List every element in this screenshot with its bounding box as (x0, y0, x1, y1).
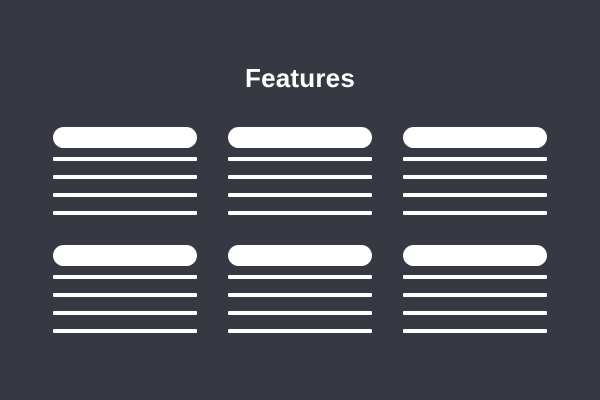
feature-card (403, 245, 547, 337)
feature-text-line-placeholder (228, 329, 372, 333)
feature-text-line-placeholder (228, 275, 372, 279)
page-title: Features (245, 63, 355, 93)
feature-text-line-placeholder (403, 193, 547, 197)
feature-text-line-placeholder (403, 157, 547, 161)
feature-text-line-placeholder (403, 211, 547, 215)
feature-text-line-placeholder (53, 157, 197, 161)
feature-card (228, 127, 372, 219)
feature-card (53, 127, 197, 219)
feature-text-line-placeholder (228, 157, 372, 161)
feature-text-line-placeholder (403, 175, 547, 179)
feature-title-placeholder (403, 127, 547, 148)
feature-text-line-placeholder (228, 193, 372, 197)
feature-text-line-placeholder (53, 329, 197, 333)
feature-card (228, 245, 372, 337)
feature-text-line-placeholder (228, 311, 372, 315)
feature-card (53, 245, 197, 337)
feature-text-line-placeholder (228, 175, 372, 179)
feature-text-line-placeholder (403, 329, 547, 333)
feature-text-line-placeholder (53, 211, 197, 215)
feature-card (403, 127, 547, 219)
feature-text-line-placeholder (403, 293, 547, 297)
feature-text-line-placeholder (53, 293, 197, 297)
feature-title-placeholder (53, 127, 197, 148)
feature-text-line-placeholder (53, 311, 197, 315)
feature-title-placeholder (403, 245, 547, 266)
feature-text-line-placeholder (403, 275, 547, 279)
feature-text-line-placeholder (228, 293, 372, 297)
feature-title-placeholder (228, 245, 372, 266)
feature-text-line-placeholder (53, 275, 197, 279)
features-page: Features (0, 0, 600, 400)
features-grid (53, 127, 547, 337)
feature-title-placeholder (228, 127, 372, 148)
feature-text-line-placeholder (403, 311, 547, 315)
feature-text-line-placeholder (228, 211, 372, 215)
feature-text-line-placeholder (53, 175, 197, 179)
feature-title-placeholder (53, 245, 197, 266)
feature-text-line-placeholder (53, 193, 197, 197)
